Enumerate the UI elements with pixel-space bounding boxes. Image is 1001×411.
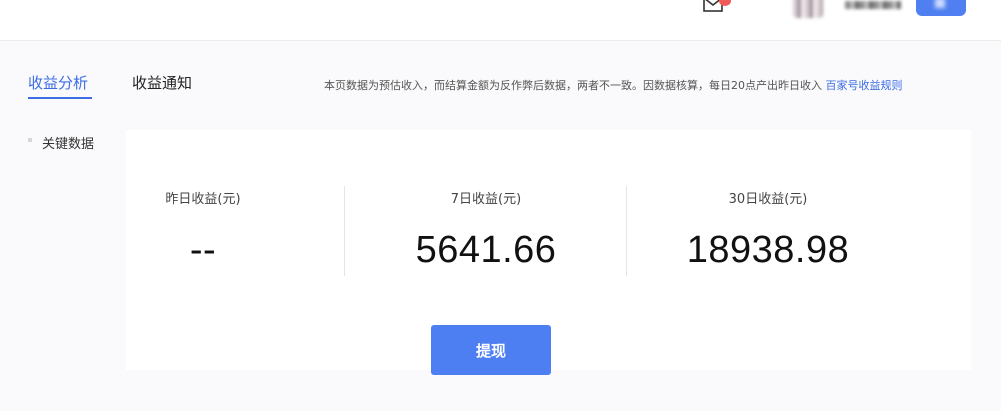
metric-30-day: 30日收益(元) 18938.98 bbox=[627, 180, 909, 280]
user-menu-button[interactable] bbox=[916, 0, 966, 16]
notice-text: 本页数据为预估收入，而结算金额为反作弊后数据，两者不一致。因数据核算，每日20点… bbox=[324, 79, 822, 92]
section-marker bbox=[28, 138, 32, 142]
active-tab-underline bbox=[28, 97, 92, 99]
metric-label: 7日收益(元) bbox=[450, 192, 522, 207]
tab-revenue-notifications[interactable]: 收益通知 bbox=[132, 72, 192, 93]
revenue-rules-link[interactable]: 百家号收益规则 bbox=[826, 79, 903, 92]
notification-badge bbox=[719, 0, 731, 6]
metric-7-day: 7日收益(元) 5641.66 bbox=[345, 180, 627, 280]
tab-revenue-analysis[interactable]: 收益分析 bbox=[28, 72, 88, 93]
top-header bbox=[0, 0, 1001, 41]
avatar[interactable] bbox=[793, 0, 823, 18]
section-title: 关键数据 bbox=[42, 137, 95, 152]
metric-label: 30日收益(元) bbox=[728, 192, 808, 207]
metric-yesterday: 昨日收益(元) -- bbox=[62, 180, 344, 280]
metric-value: -- bbox=[189, 229, 217, 271]
username-blurred[interactable] bbox=[845, 1, 901, 9]
metric-value: 5641.66 bbox=[415, 229, 557, 271]
metric-label: 昨日收益(元) bbox=[165, 192, 241, 207]
revenue-notice: 本页数据为预估收入，而结算金额为反作弊后数据，两者不一致。因数据核算，每日20点… bbox=[324, 77, 903, 93]
withdraw-button[interactable]: 提现 bbox=[431, 325, 551, 375]
metric-value: 18938.98 bbox=[686, 229, 850, 271]
